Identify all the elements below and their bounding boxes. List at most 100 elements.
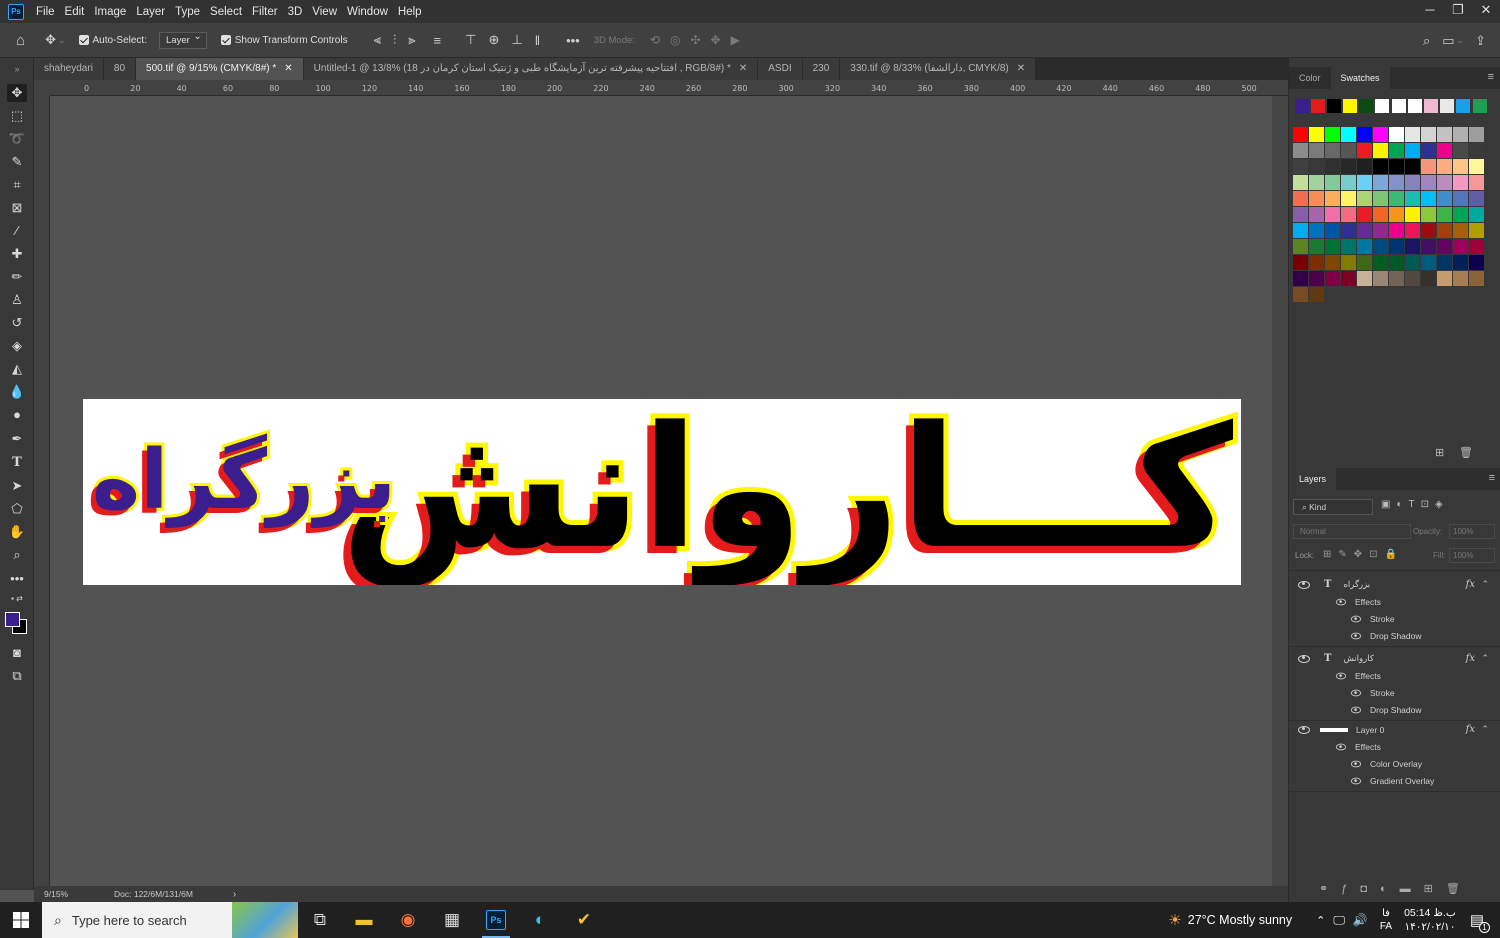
- color-swatch[interactable]: [1420, 142, 1436, 158]
- pen-tool-icon[interactable]: ✒: [7, 430, 27, 448]
- paint-bucket-tool-icon[interactable]: ◭: [7, 360, 27, 378]
- tab-asdi[interactable]: ASDI: [758, 58, 803, 80]
- color-swatch[interactable]: [1356, 174, 1372, 190]
- color-swatch[interactable]: [1468, 126, 1484, 142]
- menu-filter[interactable]: Filter: [250, 6, 286, 18]
- color-swatch[interactable]: [1324, 206, 1340, 222]
- layer-row[interactable]: Layer 0 fx ⌃: [1289, 721, 1500, 738]
- color-swatch[interactable]: [1372, 126, 1388, 142]
- menu-3d[interactable]: 3D: [286, 6, 311, 18]
- path-select-tool-icon[interactable]: ➤: [7, 477, 27, 495]
- color-swatch[interactable]: [1388, 238, 1404, 254]
- color-swatch[interactable]: [1420, 190, 1436, 206]
- color-swatch[interactable]: [1388, 190, 1404, 206]
- hand-tool-icon[interactable]: ✋: [7, 523, 27, 541]
- tab-untitled-1[interactable]: Untitled-1 @ 13/8% (18 افتتاحیه پیشرفته …: [303, 58, 759, 80]
- color-swatch[interactable]: [1340, 270, 1356, 286]
- color-swatch[interactable]: [1292, 126, 1308, 142]
- color-swatch[interactable]: [1324, 270, 1340, 286]
- visibility-eye-icon[interactable]: [1350, 689, 1362, 696]
- close-window-button[interactable]: ✕: [1472, 0, 1500, 23]
- auto-select-checkbox[interactable]: Auto-Select:: [78, 35, 147, 46]
- color-swatch[interactable]: [1340, 206, 1356, 222]
- fx-icon[interactable]: fx: [1466, 724, 1475, 735]
- color-swatch[interactable]: [1404, 206, 1420, 222]
- workspace-chevron-icon[interactable]: ⌄: [1457, 35, 1465, 46]
- chevron-up-icon[interactable]: ⌃: [1481, 653, 1489, 664]
- color-swatch[interactable]: [1356, 126, 1372, 142]
- visibility-eye-icon[interactable]: [1335, 672, 1347, 679]
- recent-swatch[interactable]: [1310, 98, 1325, 113]
- color-swatch[interactable]: [1388, 270, 1404, 286]
- tab-330-tif[interactable]: 330.tif @ 8/33% (دارالشفا, CMYK/8) ✕: [840, 58, 1037, 80]
- type-tool-icon[interactable]: T: [7, 454, 27, 472]
- zoom-tool-icon[interactable]: ⌕: [7, 546, 27, 564]
- fx-icon[interactable]: fx: [1466, 653, 1475, 664]
- color-swatch[interactable]: [1468, 270, 1484, 286]
- color-swatch[interactable]: [1420, 126, 1436, 142]
- zoom-level[interactable]: 9/15%: [44, 889, 104, 899]
- distribute-vertical-icon[interactable]: ‖: [535, 33, 540, 48]
- color-swatch[interactable]: [1452, 190, 1468, 206]
- swap-colors-icon[interactable]: ▪ ⇄: [7, 593, 27, 605]
- lock-icons[interactable]: ⊞✎✥⊡🔒: [1323, 549, 1404, 560]
- color-swatch[interactable]: [1452, 126, 1468, 142]
- color-swatch[interactable]: [1324, 142, 1340, 158]
- color-swatch[interactable]: [1436, 254, 1452, 270]
- color-swatch[interactable]: [1340, 158, 1356, 174]
- auto-select-dropdown[interactable]: Layer: [159, 31, 207, 49]
- color-swatch[interactable]: [1308, 190, 1324, 206]
- color-swatch[interactable]: [1324, 238, 1340, 254]
- frame-tool-icon[interactable]: ⊠: [7, 199, 27, 217]
- healing-brush-tool-icon[interactable]: ✚: [7, 245, 27, 263]
- align-middle-icon[interactable]: ⊕: [488, 32, 499, 48]
- 3d-roll-icon[interactable]: ◎: [670, 33, 680, 47]
- foreground-color-swatch[interactable]: [5, 612, 20, 627]
- color-swatch[interactable]: [1308, 254, 1324, 270]
- color-swatch[interactable]: [1340, 142, 1356, 158]
- history-brush-tool-icon[interactable]: ↺: [7, 314, 27, 332]
- 3d-scale-icon[interactable]: ▶: [731, 33, 740, 47]
- color-swatch[interactable]: [1468, 142, 1484, 158]
- effect-row[interactable]: Color Overlay: [1289, 755, 1500, 772]
- color-swatch[interactable]: [1468, 206, 1484, 222]
- norton-icon[interactable]: ✔: [562, 902, 606, 938]
- color-swatch[interactable]: [1356, 222, 1372, 238]
- main-title-text[interactable]: کـــاروانش: [336, 399, 1238, 585]
- workspace-icon[interactable]: ▭: [1442, 33, 1454, 49]
- color-swatch[interactable]: [1292, 190, 1308, 206]
- color-swatch[interactable]: [1372, 174, 1388, 190]
- layer-row[interactable]: T کاروانش fx ⌃: [1289, 650, 1500, 667]
- color-swatch[interactable]: [1324, 158, 1340, 174]
- dodge-tool-icon[interactable]: ●: [7, 406, 27, 424]
- menu-window[interactable]: Window: [345, 6, 396, 18]
- windows-start-button[interactable]: [0, 902, 42, 938]
- vertical-ruler[interactable]: [34, 96, 50, 886]
- secondary-title-text[interactable]: بزرگراه: [83, 421, 405, 541]
- effect-row[interactable]: Drop Shadow: [1289, 627, 1500, 644]
- color-swatch[interactable]: [1404, 254, 1420, 270]
- color-swatch[interactable]: [1388, 142, 1404, 158]
- effects-row[interactable]: Effects: [1289, 593, 1500, 610]
- 3d-slide-icon[interactable]: ✥: [711, 33, 721, 47]
- layer-name[interactable]: Layer 0: [1356, 725, 1384, 735]
- color-swatch[interactable]: [1420, 206, 1436, 222]
- color-swatch[interactable]: [1468, 254, 1484, 270]
- color-swatch[interactable]: [1324, 190, 1340, 206]
- color-swatch[interactable]: [1404, 174, 1420, 190]
- color-swatch[interactable]: [1372, 206, 1388, 222]
- color-swatch[interactable]: [1420, 174, 1436, 190]
- color-swatch[interactable]: [1388, 158, 1404, 174]
- tab-230[interactable]: 230: [802, 58, 841, 80]
- firefox-icon[interactable]: ◉: [386, 902, 430, 938]
- color-swatch[interactable]: [1308, 174, 1324, 190]
- screen-mode-icon[interactable]: ⧉: [7, 667, 27, 685]
- blend-mode-dropdown[interactable]: Normal: [1293, 524, 1411, 539]
- recent-swatch[interactable]: [1343, 98, 1358, 113]
- color-swatch[interactable]: [1404, 190, 1420, 206]
- chevron-up-icon[interactable]: ⌃: [1481, 724, 1489, 735]
- visibility-eye-icon[interactable]: [1350, 615, 1362, 622]
- align-center-icon[interactable]: ⫶: [393, 32, 396, 48]
- color-swatch[interactable]: [1452, 254, 1468, 270]
- color-swatch[interactable]: [1324, 254, 1340, 270]
